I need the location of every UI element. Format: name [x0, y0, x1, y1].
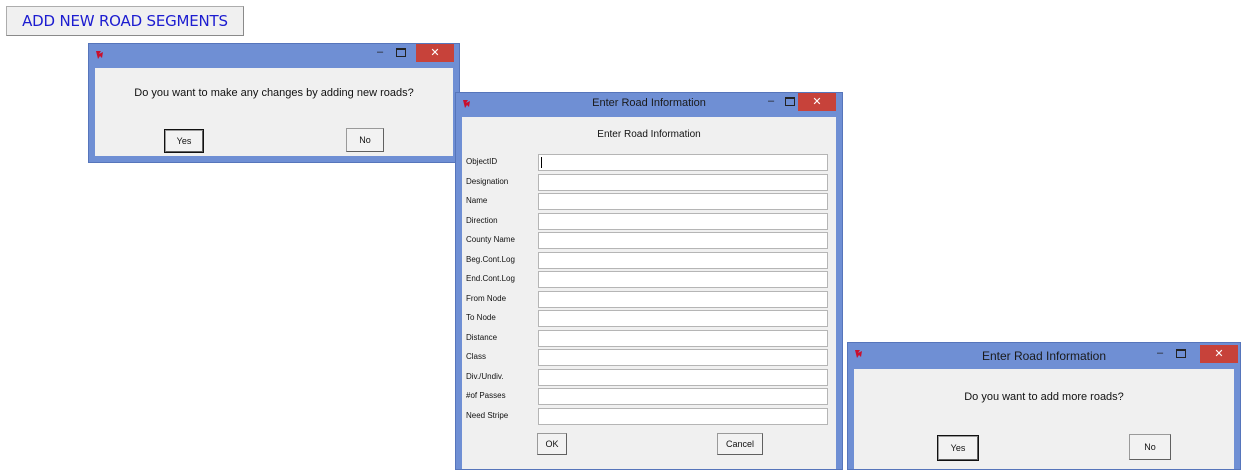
enter-road-information-dialog: Enter Road Information – ✕ Enter Road In… — [455, 92, 843, 470]
field-label: Need Stripe — [466, 411, 509, 420]
field-label: Div./Undiv. — [466, 372, 504, 381]
add-more-roads-dialog: Enter Road Information – ✕ Do you want t… — [847, 342, 1241, 470]
dialog-body: Do you want to add more roads? Yes No — [854, 369, 1234, 469]
form-heading: Enter Road Information — [597, 129, 701, 140]
field-label: Direction — [466, 216, 498, 225]
field-label: End.Cont.Log — [466, 274, 515, 283]
minimize-button[interactable]: – — [1152, 346, 1168, 362]
field-input[interactable] — [538, 369, 828, 386]
title-bar: Enter Road Information – ✕ — [848, 343, 1240, 367]
field-input[interactable] — [538, 291, 828, 308]
field-label: Name — [466, 196, 488, 205]
minimize-button[interactable]: – — [763, 94, 779, 110]
field-input[interactable] — [538, 349, 828, 366]
text-caret — [541, 157, 542, 168]
close-button[interactable]: ✕ — [1200, 345, 1238, 363]
cancel-button[interactable]: Cancel — [717, 433, 763, 455]
field-label: Beg.Cont.Log — [466, 255, 515, 264]
title-bar: – ✕ — [89, 44, 459, 68]
field-label: To Node — [466, 313, 496, 322]
field-label: From Node — [466, 294, 507, 303]
field-input[interactable] — [538, 154, 828, 171]
close-button[interactable]: ✕ — [416, 44, 454, 62]
no-button[interactable]: No — [1129, 434, 1171, 460]
field-input[interactable] — [538, 252, 828, 269]
add-new-road-segments-button[interactable]: ADD NEW ROAD SEGMENTS — [6, 6, 244, 36]
add-roads-confirm-dialog: – ✕ Do you want to make any changes by a… — [88, 43, 460, 163]
maximize-button[interactable] — [1176, 349, 1186, 358]
field-label: Designation — [466, 177, 509, 186]
dialog-body: Do you want to make any changes by addin… — [95, 68, 453, 156]
field-input[interactable] — [538, 388, 828, 405]
dialog-message: Do you want to add more roads? — [964, 391, 1124, 403]
field-input[interactable] — [538, 310, 828, 327]
field-input[interactable] — [538, 408, 828, 425]
dialog-message: Do you want to make any changes by addin… — [134, 87, 414, 99]
maximize-button[interactable] — [396, 48, 406, 57]
field-label: Distance — [466, 333, 498, 342]
maximize-button[interactable] — [785, 97, 795, 106]
field-label: County Name — [466, 235, 515, 244]
yes-button[interactable]: Yes — [937, 435, 979, 461]
yes-button[interactable]: Yes — [164, 129, 204, 153]
field-input[interactable] — [538, 330, 828, 347]
no-button[interactable]: No — [346, 128, 384, 152]
title-bar: Enter Road Information – ✕ — [456, 93, 842, 117]
field-label: #of Passes — [466, 391, 506, 400]
close-button[interactable]: ✕ — [798, 93, 836, 111]
dialog-body: Enter Road Information ObjectID Designati… — [462, 117, 836, 469]
tk-feather-icon — [96, 51, 103, 59]
field-input[interactable] — [538, 193, 828, 210]
field-input[interactable] — [538, 232, 828, 249]
minimize-button[interactable]: – — [372, 45, 388, 61]
field-input[interactable] — [538, 213, 828, 230]
field-input[interactable] — [538, 271, 828, 288]
field-input[interactable] — [538, 174, 828, 191]
field-label: Class — [466, 352, 487, 361]
ok-button[interactable]: OK — [537, 433, 567, 455]
field-label: ObjectID — [466, 157, 498, 166]
